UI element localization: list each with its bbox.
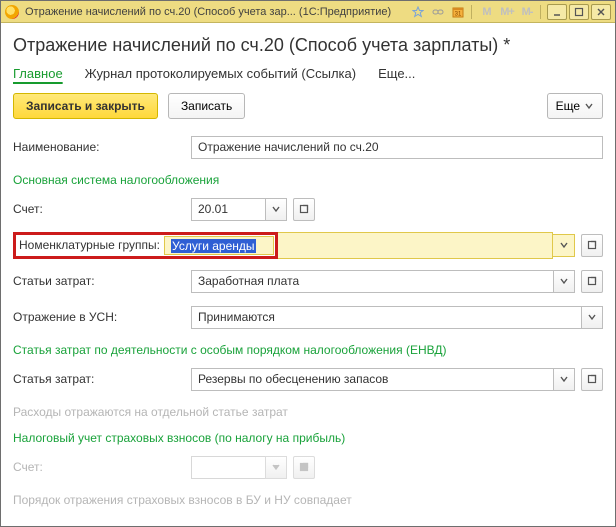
nomenclature-input[interactable]: Услуги аренды: [164, 236, 274, 255]
calendar-icon[interactable]: 31: [449, 4, 467, 20]
toolbar-more-button[interactable]: Еще: [547, 93, 603, 119]
cost-item-envd-dropdown-button[interactable]: [553, 368, 575, 391]
account-dropdown-button[interactable]: [265, 198, 287, 221]
account-insurance-dropdown-button: [265, 456, 287, 479]
row-usn: Отражение в УСН:: [13, 303, 603, 331]
usn-input[interactable]: [191, 306, 581, 329]
nomenclature-field-extent[interactable]: [278, 232, 553, 259]
label-name: Наименование:: [13, 140, 191, 154]
titlebar: Отражение начислений по сч.20 (Способ уч…: [1, 1, 615, 23]
cost-items-input[interactable]: [191, 270, 553, 293]
toolbar: Записать и закрыть Записать Еще: [13, 93, 603, 119]
favorite-icon[interactable]: [409, 4, 427, 20]
section-envd: Статья затрат по деятельности с особым п…: [13, 343, 603, 357]
app-logo-icon: [5, 5, 19, 19]
row-account-insurance: Счет:: [13, 453, 603, 481]
account-insurance-input: [191, 456, 265, 479]
nomenclature-dropdown-button[interactable]: [553, 234, 575, 257]
close-button[interactable]: [591, 4, 611, 20]
titlebar-separator: [540, 5, 541, 19]
cost-item-envd-open-button[interactable]: [581, 368, 603, 391]
m-minus-button[interactable]: M-: [518, 4, 536, 20]
label-cost-item-envd: Статья затрат:: [13, 372, 191, 386]
account-input[interactable]: [191, 198, 265, 221]
label-account: Счет:: [13, 202, 191, 216]
titlebar-separator: [471, 5, 472, 19]
maximize-button[interactable]: [569, 4, 589, 20]
cost-items-dropdown-button[interactable]: [553, 270, 575, 293]
minimize-button[interactable]: [547, 4, 567, 20]
cost-item-envd-input[interactable]: [191, 368, 553, 391]
label-nomenclature: Номенклатурные группы:: [17, 236, 164, 255]
window-title: Отражение начислений по сч.20 (Способ уч…: [25, 6, 391, 18]
window-frame: Отражение начислений по сч.20 (Способ уч…: [0, 0, 616, 527]
cost-items-open-button[interactable]: [581, 270, 603, 293]
usn-dropdown-button[interactable]: [581, 306, 603, 329]
page-title: Отражение начислений по сч.20 (Способ уч…: [13, 35, 603, 56]
tab-journal[interactable]: Журнал протоколируемых событий (Ссылка): [85, 66, 356, 81]
section-insurance: Налоговый учет страховых взносов (по нал…: [13, 431, 603, 445]
label-cost-items: Статьи затрат:: [13, 274, 191, 288]
save-button[interactable]: Записать: [168, 93, 245, 119]
label-usn: Отражение в УСН:: [13, 310, 191, 324]
section-main-tax: Основная система налогообложения: [13, 173, 603, 187]
nomenclature-highlight: Номенклатурные группы: Услуги аренды: [13, 232, 278, 259]
row-nomenclature-groups: Номенклатурные группы: Услуги аренды: [13, 231, 603, 259]
hint-envd: Расходы отражаются на отдельной статье з…: [13, 405, 603, 419]
content-area: Отражение начислений по сч.20 (Способ уч…: [1, 23, 615, 526]
tabs: Главное Журнал протоколируемых событий (…: [13, 66, 603, 89]
m-plus-button[interactable]: M+: [498, 4, 516, 20]
save-and-close-button[interactable]: Записать и закрыть: [13, 93, 158, 119]
link-icon[interactable]: [429, 4, 447, 20]
tab-more[interactable]: Еще...: [378, 66, 415, 81]
m-button[interactable]: M: [478, 4, 496, 20]
row-account: Счет:: [13, 195, 603, 223]
nomenclature-selection: Услуги аренды: [171, 239, 256, 253]
account-open-button[interactable]: [293, 198, 315, 221]
hint-insurance: Порядок отражения страховых взносов в БУ…: [13, 493, 603, 507]
name-input[interactable]: [191, 136, 603, 159]
label-account-insurance: Счет:: [13, 460, 191, 474]
row-cost-item-envd: Статья затрат:: [13, 365, 603, 393]
toolbar-more-label: Еще: [556, 99, 580, 113]
nomenclature-open-button[interactable]: [581, 234, 603, 257]
tab-main[interactable]: Главное: [13, 66, 63, 81]
account-insurance-open-button: [293, 456, 315, 479]
row-cost-items: Статьи затрат:: [13, 267, 603, 295]
svg-text:31: 31: [455, 11, 462, 17]
row-name: Наименование:: [13, 133, 603, 161]
